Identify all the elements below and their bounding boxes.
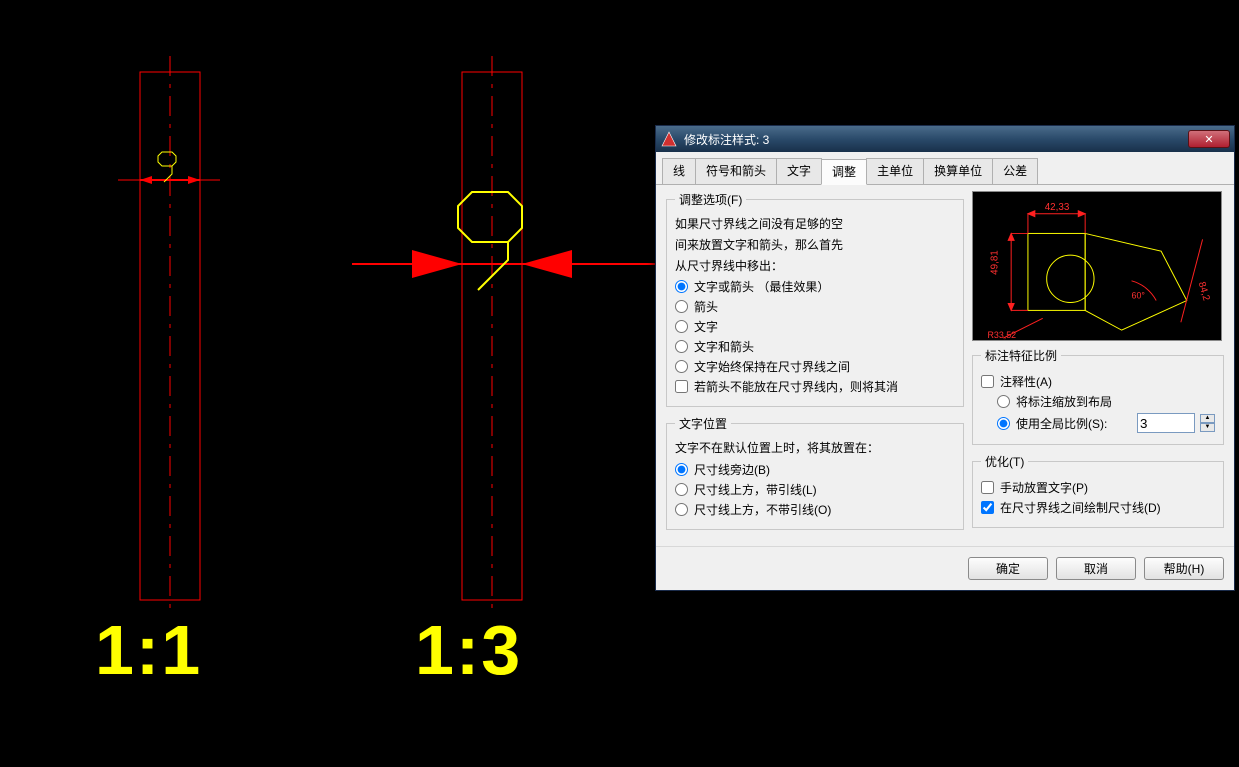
text-placement-legend: 文字位置 xyxy=(675,415,731,432)
close-button[interactable]: ✕ xyxy=(1188,130,1230,148)
radio-global-scale-row: 使用全局比例(S): ▲ ▼ xyxy=(997,413,1215,433)
text-placement-intro: 文字不在默认位置上时，将其放置在： xyxy=(675,440,955,457)
preview-dim-angle: 60° xyxy=(1132,291,1146,301)
dialog-titlebar[interactable]: 修改标注样式: 3 ✕ xyxy=(656,126,1234,152)
scale-legend: 标注特征比例 xyxy=(981,347,1061,364)
preview-dim-top: 42,33 xyxy=(1045,202,1070,213)
radio-scale-to-layout[interactable]: 将标注缩放到布局 xyxy=(997,393,1215,410)
tab-strip: 线 符号和箭头 文字 调整 主单位 换算单位 公差 xyxy=(656,152,1234,185)
check-draw-dimline[interactable]: 在尺寸界线之间绘制尺寸线(D) xyxy=(981,499,1215,516)
check-manual-text[interactable]: 手动放置文字(P) xyxy=(981,479,1215,496)
ok-button[interactable]: 确定 xyxy=(968,557,1048,580)
scale-label-right: 1:3 xyxy=(415,610,522,690)
tab-line[interactable]: 线 xyxy=(662,158,696,184)
radio-text-and-arrows[interactable]: 文字和箭头 xyxy=(675,338,955,355)
scale-group: 标注特征比例 注释性(A) 将标注缩放到布局 使用全局比例(S): ▲ ▼ xyxy=(972,347,1224,445)
fit-intro-2: 间来放置文字和箭头，那么首先 xyxy=(675,237,955,254)
preview-dim-right: 84,2 xyxy=(1196,281,1212,302)
tab-fit[interactable]: 调整 xyxy=(821,159,867,185)
dialog-button-row: 确定 取消 帮助(H) xyxy=(656,546,1234,590)
spin-up-icon[interactable]: ▲ xyxy=(1200,414,1215,423)
close-icon: ✕ xyxy=(1204,133,1213,146)
radio-global-scale-label: 使用全局比例(S): xyxy=(1016,415,1137,432)
fit-options-group: 调整选项(F) 如果尺寸界线之间没有足够的空 间来放置文字和箭头，那么首先 从尺… xyxy=(666,191,964,407)
global-scale-spinner: ▲ ▼ xyxy=(1137,413,1215,433)
tab-primary-units[interactable]: 主单位 xyxy=(866,158,924,184)
app-icon xyxy=(660,130,678,148)
tab-tolerance[interactable]: 公差 xyxy=(992,158,1038,184)
radio-text[interactable]: 文字 xyxy=(675,318,955,335)
check-suppress-arrows[interactable]: 若箭头不能放在尺寸界线内，则将其消 xyxy=(675,378,955,395)
dimension-style-dialog: 修改标注样式: 3 ✕ 线 符号和箭头 文字 调整 主单位 换算单位 公差 调整… xyxy=(655,125,1235,591)
dialog-title: 修改标注样式: 3 xyxy=(684,131,1188,148)
radio-global-scale[interactable] xyxy=(997,417,1010,430)
cancel-button[interactable]: 取消 xyxy=(1056,557,1136,580)
radio-over-with-leader[interactable]: 尺寸线上方，带引线(L) xyxy=(675,481,955,498)
radio-over-no-leader[interactable]: 尺寸线上方，不带引线(O) xyxy=(675,501,955,518)
scale-label-left: 1:1 xyxy=(95,610,202,690)
fit-intro-1: 如果尺寸界线之间没有足够的空 xyxy=(675,216,955,233)
fit-intro-3: 从尺寸界线中移出： xyxy=(675,258,955,275)
check-annotative[interactable]: 注释性(A) xyxy=(981,373,1215,390)
dimension-preview: 42,33 49,81 84,2 60° R33,52 xyxy=(972,191,1222,341)
radio-keep-between[interactable]: 文字始终保持在尺寸界线之间 xyxy=(675,358,955,375)
tab-alt-units[interactable]: 换算单位 xyxy=(923,158,993,184)
radio-best-fit[interactable]: 文字或箭头 （最佳效果） xyxy=(675,278,955,295)
fit-options-legend: 调整选项(F) xyxy=(675,191,746,208)
preview-dim-left: 49,81 xyxy=(989,250,1000,275)
text-placement-group: 文字位置 文字不在默认位置上时，将其放置在： 尺寸线旁边(B) 尺寸线上方，带引… xyxy=(666,415,964,530)
tab-text[interactable]: 文字 xyxy=(776,158,822,184)
dialog-body: 调整选项(F) 如果尺寸界线之间没有足够的空 间来放置文字和箭头，那么首先 从尺… xyxy=(656,185,1234,546)
radio-arrows[interactable]: 箭头 xyxy=(675,298,955,315)
radio-beside-line[interactable]: 尺寸线旁边(B) xyxy=(675,461,955,478)
global-scale-input[interactable] xyxy=(1137,413,1195,433)
help-button[interactable]: 帮助(H) xyxy=(1144,557,1224,580)
spin-down-icon[interactable]: ▼ xyxy=(1200,423,1215,432)
preview-dim-radius: R33,52 xyxy=(987,330,1016,340)
tune-group: 优化(T) 手动放置文字(P) 在尺寸界线之间绘制尺寸线(D) xyxy=(972,453,1224,528)
tab-symbols-arrows[interactable]: 符号和箭头 xyxy=(695,158,777,184)
tune-legend: 优化(T) xyxy=(981,453,1028,470)
